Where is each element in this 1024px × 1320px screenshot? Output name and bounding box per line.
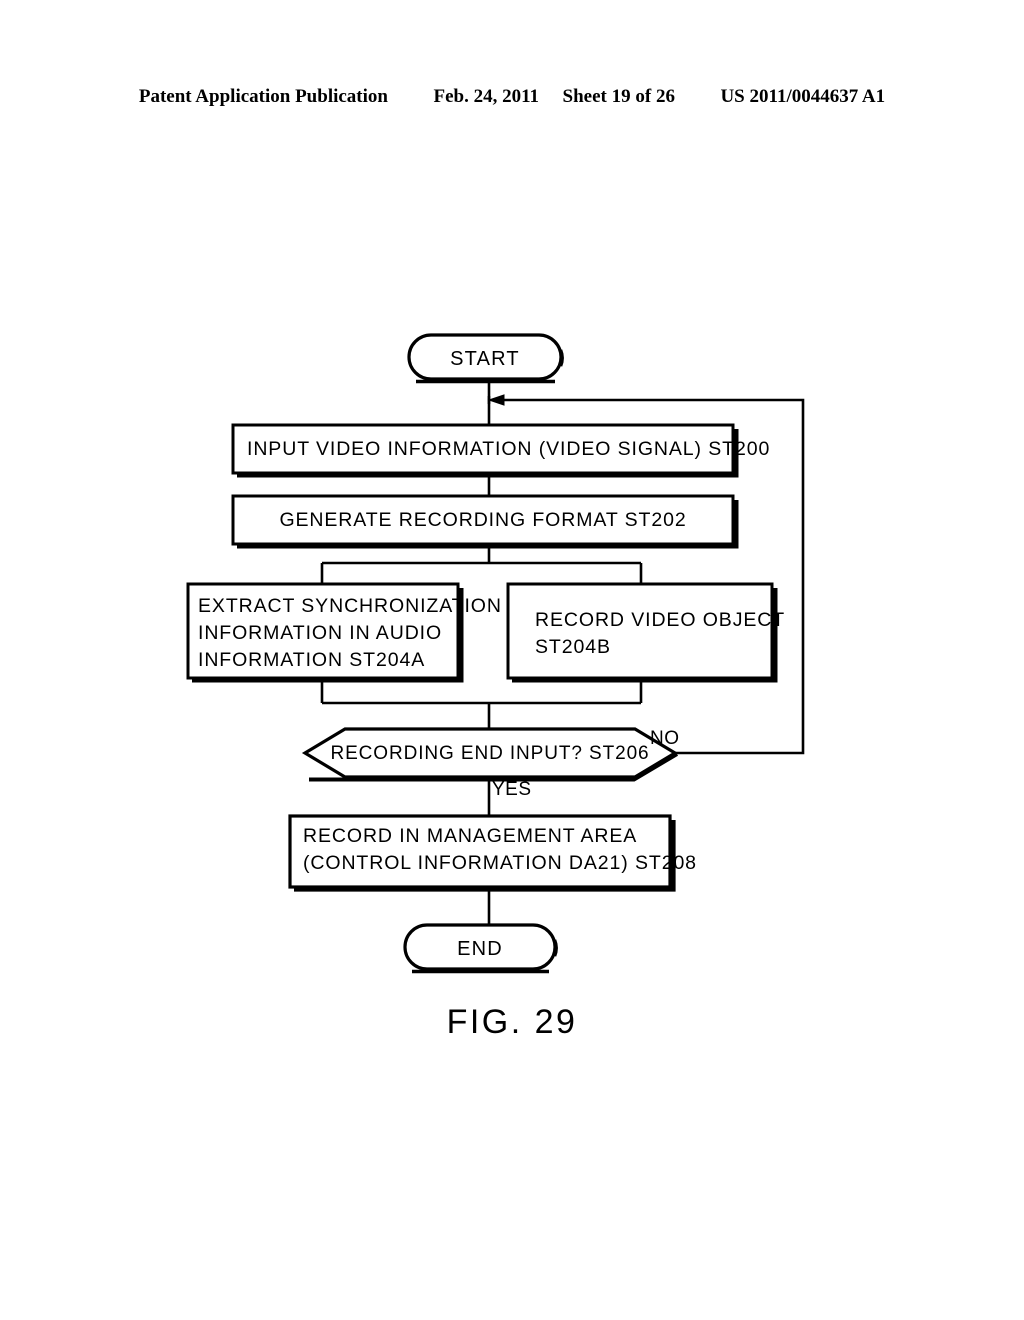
st204b-label-line2: ST204B	[535, 636, 611, 658]
flowchart-diagram: START INPUT VIDEO INFORMATION (VIDEO SIG…	[0, 0, 1024, 1320]
branch-label-no: NO	[650, 728, 680, 749]
flowchart-canvas	[186, 333, 805, 974]
st208-label-line2: (CONTROL INFORMATION DA21) ST208	[303, 852, 697, 874]
st204a-label-line3: INFORMATION ST204A	[198, 649, 426, 671]
start-terminal-label: START	[450, 348, 520, 370]
figure-caption: FIG. 29	[446, 1003, 578, 1041]
st204a-label-line2: INFORMATION IN AUDIO	[198, 622, 443, 644]
end-terminal-label: END	[457, 938, 503, 960]
st206-decision-label: RECORDING END INPUT? ST206	[330, 743, 650, 764]
branch-label-yes: YES	[492, 779, 532, 800]
st204a-label-line1: EXTRACT SYNCHRONIZATION	[198, 595, 502, 617]
st204b-label-line1: RECORD VIDEO OBJECT	[535, 609, 786, 631]
st202-label: GENERATE RECORDING FORMAT ST202	[279, 509, 687, 531]
st200-label: INPUT VIDEO INFORMATION (VIDEO SIGNAL) S…	[247, 438, 771, 460]
feedback-loop-arrowhead	[487, 394, 505, 406]
st208-label-line1: RECORD IN MANAGEMENT AREA	[303, 825, 638, 847]
